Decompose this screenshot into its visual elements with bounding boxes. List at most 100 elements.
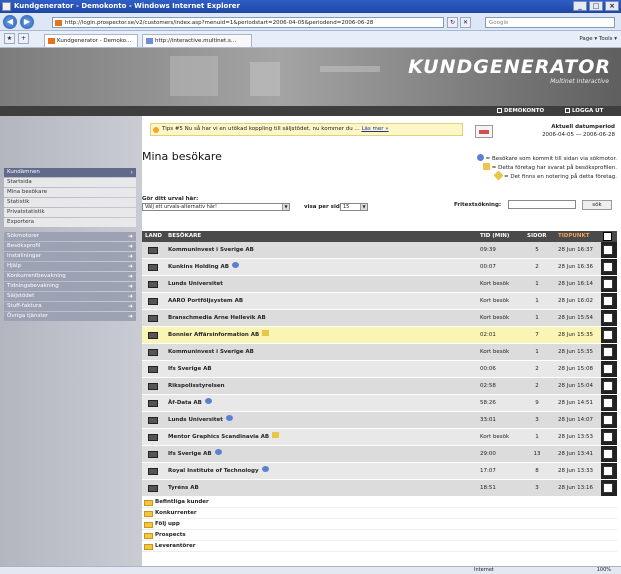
table-row[interactable]: Royal Institute of Technology 17:07 8 28 Ju…	[142, 463, 617, 480]
visitor-name-cell[interactable]: Kommuninvest i Sverige AB	[168, 242, 254, 258]
sidebar-item[interactable]: Startsida	[4, 178, 136, 187]
row-checkbox[interactable]	[603, 330, 613, 340]
group-folder[interactable]: Befintliga kunder	[142, 497, 617, 508]
forward-icon[interactable]: ▶	[20, 15, 34, 29]
col-sidor[interactable]: SIDOR	[527, 231, 546, 242]
row-checkbox[interactable]	[603, 347, 613, 357]
visitor-name-cell[interactable]: Branschmedia Arne Hellevik AB	[168, 310, 266, 326]
sidebar-item[interactable]: Konkurrentbevakning ➜	[4, 272, 136, 281]
refresh-icon[interactable]: ↻	[447, 17, 458, 28]
filter-select[interactable]: Välj ett urvals-alternativ här! ▼	[142, 203, 290, 211]
col-land[interactable]: LAND	[145, 231, 162, 242]
group-folder[interactable]: Prospects	[142, 530, 617, 541]
visitor-name-cell[interactable]: Mentor Graphics Scandinavia AB	[168, 429, 280, 445]
visitor-name-cell[interactable]: Kommuninvest i Sverige AB	[168, 344, 254, 360]
row-checkbox[interactable]	[603, 449, 613, 459]
visitor-name-cell[interactable]: Lunds Universitet	[168, 276, 223, 292]
row-checkbox[interactable]	[603, 279, 613, 289]
row-checkbox[interactable]	[603, 245, 613, 255]
account-link[interactable]: DEMOKONTO	[497, 106, 544, 116]
visitor-name-cell[interactable]: Kunkins Holding AB	[168, 259, 239, 275]
row-checkbox[interactable]	[603, 381, 613, 391]
sidebar-item[interactable]: Kundämnen ›	[4, 168, 136, 177]
maximize-button[interactable]: □	[589, 1, 603, 11]
read-more-link[interactable]: Läs mer »	[361, 126, 388, 132]
sidebar-item[interactable]: Besöksprofil ➜	[4, 242, 136, 251]
visitor-name-cell[interactable]: Rikspolisstyrelsen	[168, 378, 225, 394]
per-page-value: 15	[343, 204, 350, 210]
sidebar-item[interactable]: Privatstatistik	[4, 208, 136, 217]
row-checkbox[interactable]	[603, 313, 613, 323]
group-folder[interactable]: Leverantörer	[142, 541, 617, 552]
table-row[interactable]: Kunkins Holding AB 00:07 2 28 Jun 16:36	[142, 259, 617, 276]
command-bar[interactable]: Page ▾ Tools ▾	[579, 36, 617, 42]
favorites-star-icon[interactable]: ★	[4, 33, 15, 44]
visitor-name-cell[interactable]: Royal Institute of Technology	[168, 463, 269, 479]
visitor-name-cell[interactable]: Bonnier Affärsinformation AB	[168, 327, 270, 343]
row-checkbox[interactable]	[603, 262, 613, 272]
col-tidpunkt[interactable]: TIDPUNKT	[558, 231, 589, 242]
logout-link[interactable]: LOGGA UT	[565, 106, 603, 116]
tab-kundgenerator[interactable]: Kundgenerator - Demoko...	[44, 34, 138, 47]
select-all-checkbox[interactable]	[603, 232, 612, 241]
freetext-input[interactable]	[508, 200, 576, 209]
table-row[interactable]: Kommuninvest i Sverige AB 09:39 5 28 Jun 16…	[142, 242, 617, 259]
table-row[interactable]: Rikspolisstyrelsen 02:58 2 28 Jun 15:04	[142, 378, 617, 395]
tab-interactive[interactable]: http://interactive.multinet.s...	[142, 34, 252, 47]
sidebar-item[interactable]: Tidningsbevakning ➜	[4, 282, 136, 291]
table-row[interactable]: Ifs Sverige AB 00:06 2 28 Jun 15:08	[142, 361, 617, 378]
search-input[interactable]: Google	[485, 17, 615, 28]
table-row[interactable]: Tyréns AB 18:51 3 28 Jun 13:16	[142, 480, 617, 497]
address-field[interactable]: http://login.prospector.se/v2/customers/…	[52, 17, 444, 28]
minimize-button[interactable]: _	[573, 1, 587, 11]
sidebar-item[interactable]: Säljstödet ➜	[4, 292, 136, 301]
stop-icon[interactable]: ✕	[460, 17, 471, 28]
group-folder[interactable]: Konkurrenter	[142, 508, 617, 519]
visitor-name-cell[interactable]: Äf-Data AB	[168, 395, 212, 411]
table-row[interactable]: Branschmedia Arne Hellevik AB Kort besök 1…	[142, 310, 617, 327]
filter-label: Gör ditt urval här:	[142, 196, 199, 202]
close-button[interactable]: ×	[605, 1, 619, 11]
table-row[interactable]: Mentor Graphics Scandinavia AB Kort besök…	[142, 429, 617, 446]
table-row[interactable]: Bonnier Affärsinformation AB 02:01 7 28 Jun…	[142, 327, 617, 344]
table-row[interactable]: AARO Portföljsystem AB Kort besök 1 28 Jun …	[142, 293, 617, 310]
country-cell	[145, 412, 160, 428]
visitor-name-cell[interactable]: Tyréns AB	[168, 480, 199, 496]
search-button[interactable]: sök	[582, 200, 612, 210]
calendar-icon[interactable]	[475, 125, 493, 138]
arrow-icon: ➜	[127, 303, 133, 310]
sidebar-item[interactable]: Mina besökare	[4, 188, 136, 197]
zoom-level[interactable]: 100%	[597, 567, 611, 574]
table-row[interactable]: Lunds Universitet Kort besök 1 28 Jun 16:14	[142, 276, 617, 293]
row-checkbox[interactable]	[603, 364, 613, 374]
sidebar-item[interactable]: Statistik	[4, 198, 136, 207]
table-row[interactable]: Ifs Sverige AB 29:00 13 28 Jun 13:41	[142, 446, 617, 463]
row-checkbox[interactable]	[603, 432, 613, 442]
per-page-select[interactable]: 15 ▼	[340, 203, 368, 211]
tab-bar: ★ + Kundgenerator - Demoko... http://int…	[0, 31, 621, 48]
add-favorite-icon[interactable]: +	[18, 33, 29, 44]
table-row[interactable]: Lunds Universitet 33:01 3 28 Jun 14:07	[142, 412, 617, 429]
visitor-name-cell[interactable]: Ifs Sverige AB	[168, 361, 212, 377]
group-folder[interactable]: Följ upp	[142, 519, 617, 530]
col-tid[interactable]: TID (MIN)	[480, 231, 509, 242]
sidebar-item[interactable]: Sökmotorer ➜	[4, 232, 136, 241]
row-checkbox[interactable]	[603, 415, 613, 425]
row-checkbox[interactable]	[603, 483, 613, 493]
col-besokare[interactable]: BESÖKARE	[168, 231, 201, 242]
row-checkbox[interactable]	[603, 398, 613, 408]
row-checkbox[interactable]	[603, 296, 613, 306]
table-row[interactable]: Kommuninvest i Sverige AB Kort besök 1 28 J…	[142, 344, 617, 361]
visitor-name-cell[interactable]: AARO Portföljsystem AB	[168, 293, 243, 309]
back-icon[interactable]: ◀	[3, 15, 17, 29]
visitor-name-cell[interactable]: Lunds Universitet	[168, 412, 233, 428]
row-checkbox[interactable]	[603, 466, 613, 476]
visitor-name-cell[interactable]: Ifs Sverige AB	[168, 446, 222, 462]
table-row[interactable]: Äf-Data AB 58:26 9 28 Jun 14:51	[142, 395, 617, 412]
sidebar-item[interactable]: Hjälp ➜	[4, 262, 136, 271]
sidebar-item[interactable]: Stuff-faktura ➜	[4, 302, 136, 311]
freetext-label: Fritextsökning:	[454, 202, 502, 208]
sidebar-item[interactable]: Inställningar ➜	[4, 252, 136, 261]
sidebar-item[interactable]: Exportera	[4, 218, 136, 227]
sidebar-item[interactable]: Övriga tjänster ➜	[4, 312, 136, 321]
